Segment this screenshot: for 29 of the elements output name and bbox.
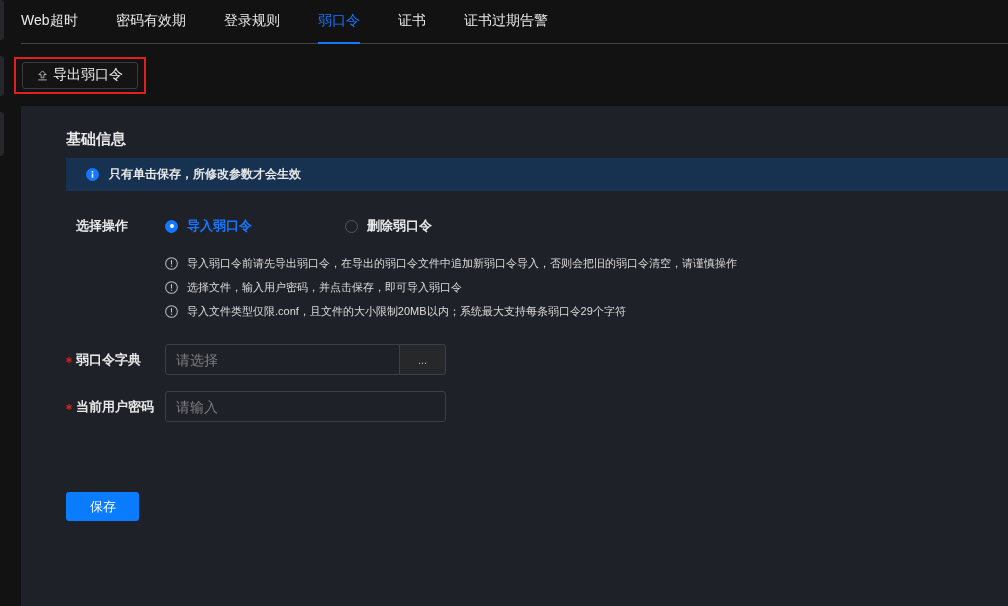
browse-button[interactable]: ... [400, 344, 446, 375]
tab[interactable]: 证书过期告警 [463, 0, 548, 44]
tab[interactable]: 弱口令 [317, 0, 360, 44]
radio-label: 删除弱口令 [367, 217, 432, 235]
exclamation-icon [165, 304, 178, 318]
field-label: 选择操作 [75, 217, 129, 235]
section-title: 基础信息 [66, 130, 127, 149]
password-field[interactable]: 请输入 [165, 391, 446, 422]
radio-icon[interactable] [165, 219, 178, 233]
alert-text: 只有单击保存，所修改参数才会生效 [109, 166, 301, 183]
exclamation-icon [165, 256, 178, 270]
export-button[interactable]: 导出弱口令 [22, 61, 138, 89]
radio-option[interactable]: 导入弱口令 [165, 217, 345, 235]
save-button[interactable]: 保存 [66, 492, 139, 521]
file-field[interactable]: 请选择 [165, 344, 400, 375]
tab[interactable]: 登录规则 [223, 0, 280, 44]
note-text: 选择文件，输入用户密码，并点击保存，即可导入弱口令 [187, 279, 462, 295]
radio-label: 导入弱口令 [187, 217, 252, 235]
tab[interactable]: Web超时 [21, 0, 78, 44]
upload-icon [37, 69, 48, 81]
tab[interactable]: 证书 [397, 0, 426, 44]
field-label: 弱口令字典 [76, 350, 141, 369]
radio-option[interactable]: 删除弱口令 [345, 217, 525, 235]
info-icon [86, 168, 99, 181]
exclamation-icon [165, 280, 178, 294]
note-text: 导入弱口令前请先导出弱口令，在导出的弱口令文件中追加新弱口令导入，否则会把旧的弱口令清空，请谨慎操作 [187, 255, 737, 271]
note-text: 导入文件类型仅限.conf，且文件的大小限制20MB以内；系统最大支持每条弱口令29个字符 [187, 303, 626, 319]
tab[interactable]: 密码有效期 [115, 0, 186, 44]
field-label: 当前用户密码 [76, 397, 154, 416]
